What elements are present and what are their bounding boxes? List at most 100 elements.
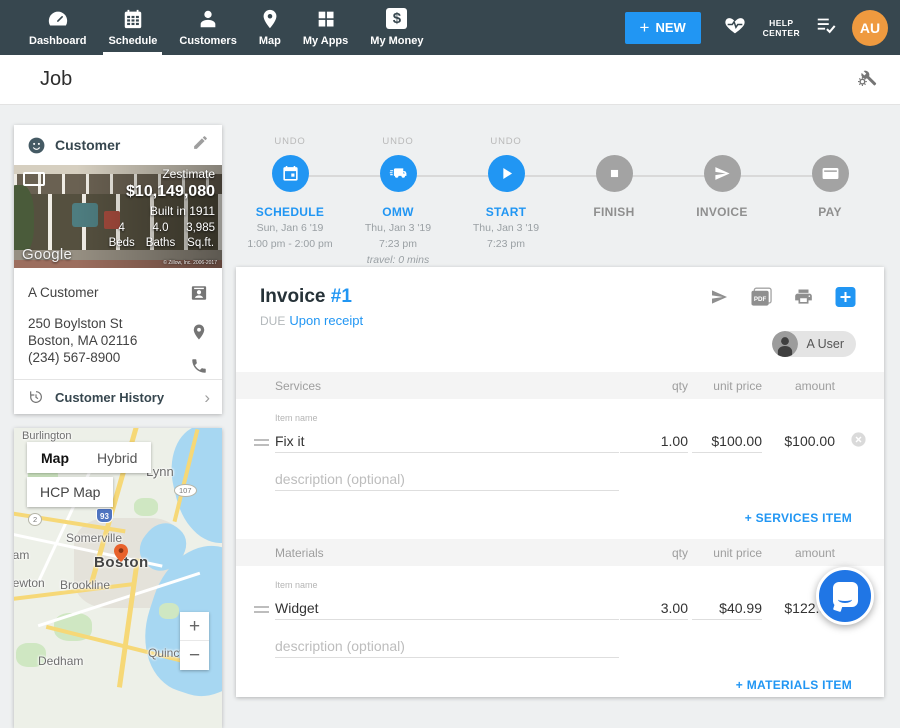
- finish-step-button[interactable]: [596, 155, 633, 192]
- service-item-price-input[interactable]: [692, 429, 762, 453]
- stat-beds: 4Beds: [109, 223, 135, 249]
- nav-item-customers[interactable]: Customers: [168, 0, 247, 55]
- nav-item-label: Map: [259, 35, 281, 47]
- send-invoice-icon[interactable]: [709, 287, 730, 307]
- nav-item-label: Schedule: [108, 35, 157, 47]
- section-name: Materials: [275, 546, 324, 560]
- print-icon[interactable]: [793, 287, 814, 307]
- undo-schedule-button[interactable]: UNDO: [236, 136, 344, 148]
- zestimate-label: Zestimate: [109, 168, 215, 180]
- material-item-name-input[interactable]: [275, 596, 619, 620]
- service-line-item: Item name $100.00: [236, 407, 884, 465]
- phone-icon[interactable]: [190, 357, 208, 380]
- col-qty: qty: [620, 546, 688, 560]
- nav-items: Dashboard Schedule Customers Map My Apps: [18, 0, 434, 55]
- nav-item-dashboard[interactable]: Dashboard: [18, 0, 97, 55]
- map-pin-icon: [259, 8, 281, 32]
- col-unit-price: unit price: [692, 546, 762, 560]
- hcp-map-button[interactable]: HCP Map: [27, 477, 113, 507]
- step-label: SCHEDULE: [236, 205, 344, 219]
- nav-item-map[interactable]: Map: [248, 0, 292, 55]
- location-pin-icon[interactable]: [190, 323, 208, 346]
- nav-item-schedule[interactable]: Schedule: [97, 0, 168, 55]
- delete-item-icon[interactable]: [850, 431, 867, 453]
- undo-omw-button[interactable]: UNDO: [344, 136, 452, 148]
- step-schedule: UNDO SCHEDULE Sun, Jan 6 '19 1:00 pm - 2…: [236, 131, 344, 261]
- schedule-step-button[interactable]: [272, 155, 309, 192]
- invoice-card: Invoice #1 DUEUpon receipt PDF A User: [236, 267, 884, 697]
- add-invoice-item-icon[interactable]: [835, 287, 856, 307]
- step-date: Thu, Jan 3 '19: [344, 222, 452, 235]
- add-materials-item-link[interactable]: + MATERIALS ITEM: [236, 670, 884, 706]
- route-107-badge: 107: [174, 484, 197, 497]
- new-button[interactable]: + NEW: [625, 12, 701, 44]
- map-widget[interactable]: Burlington Lynn Somerville ham Boston Ne…: [14, 428, 222, 728]
- dashboard-icon: [29, 8, 86, 32]
- map-type-map-button[interactable]: Map: [27, 442, 83, 473]
- undo-start-button[interactable]: UNDO: [452, 136, 560, 148]
- built-year: Built in 1911: [109, 205, 215, 217]
- zoom-in-button[interactable]: +: [180, 612, 209, 641]
- chat-launcher-button[interactable]: [816, 567, 874, 625]
- top-nav: Dashboard Schedule Customers Map My Apps: [0, 0, 900, 55]
- undo-placeholder: [560, 136, 668, 148]
- nav-item-label: My Apps: [303, 35, 348, 47]
- map-label-somerville: Somerville: [66, 531, 122, 545]
- zestimate-block: Zestimate $10,149,080 Built in 1911 4Bed…: [109, 168, 215, 249]
- customer-name-row: A Customer: [28, 284, 208, 302]
- calendar-icon: [281, 164, 300, 183]
- street-view-icon[interactable]: [23, 172, 45, 186]
- customer-name: A Customer: [28, 285, 99, 300]
- assignee-avatar-icon: [772, 331, 798, 357]
- customer-history-button[interactable]: Customer History ›: [14, 379, 222, 414]
- step-pay: PAY: [776, 131, 884, 261]
- drag-handle-icon[interactable]: [254, 439, 269, 449]
- step-time: 7:23 pm: [344, 238, 452, 251]
- map-type-hybrid-button[interactable]: Hybrid: [83, 442, 151, 473]
- help-center-button[interactable]: HELP CENTER: [763, 18, 800, 38]
- nav-item-my-apps[interactable]: My Apps: [292, 0, 359, 55]
- customer-card-title: Customer: [55, 137, 192, 153]
- play-icon: [497, 164, 516, 183]
- step-date: Sun, Jan 6 '19: [236, 222, 344, 235]
- history-icon: [28, 389, 44, 405]
- job-settings-wrench-icon[interactable]: [856, 66, 878, 93]
- contact-card-icon[interactable]: [190, 284, 208, 307]
- material-description-input[interactable]: [275, 634, 619, 658]
- nav-item-my-money[interactable]: My Money: [359, 0, 434, 55]
- col-amount: amount: [765, 546, 835, 560]
- service-description-input[interactable]: [275, 467, 619, 491]
- health-heart-icon[interactable]: [723, 14, 747, 41]
- schedule-icon: [108, 8, 157, 32]
- map-park: [134, 498, 158, 516]
- add-services-item-link[interactable]: + SERVICES ITEM: [236, 503, 884, 539]
- drag-handle-icon[interactable]: [254, 606, 269, 616]
- start-step-button[interactable]: [488, 155, 525, 192]
- zoom-out-button[interactable]: −: [180, 641, 209, 670]
- service-description-row: [236, 465, 884, 503]
- pay-step-button[interactable]: [812, 155, 849, 192]
- customer-card-header: Customer: [14, 125, 222, 165]
- property-photo[interactable]: Zestimate $10,149,080 Built in 1911 4Bed…: [14, 165, 222, 268]
- section-name: Services: [275, 379, 321, 393]
- user-avatar[interactable]: AU: [852, 10, 888, 46]
- step-label: FINISH: [560, 205, 668, 219]
- page-title: Job: [40, 68, 72, 91]
- google-logo: Google: [22, 246, 72, 263]
- service-item-name-input[interactable]: [275, 429, 619, 453]
- material-item-price-input[interactable]: [692, 596, 762, 620]
- due-terms-link[interactable]: Upon receipt: [289, 313, 363, 328]
- assignee-chip[interactable]: A User: [772, 331, 856, 357]
- chat-bubble-tail: [833, 602, 843, 612]
- map-zoom-control: + −: [180, 612, 209, 670]
- pdf-icon[interactable]: PDF: [751, 287, 772, 307]
- edit-pencil-icon[interactable]: [192, 134, 209, 156]
- task-list-icon[interactable]: [814, 14, 838, 41]
- apps-grid-icon: [303, 8, 348, 32]
- service-item-qty-input[interactable]: [620, 429, 688, 453]
- customer-address: 250 Boylston St Boston, MA 02116: [28, 315, 182, 349]
- omw-step-button[interactable]: [380, 155, 417, 192]
- address-line-2: Boston, MA 02116: [28, 332, 182, 349]
- invoice-step-button[interactable]: [704, 155, 741, 192]
- material-item-qty-input[interactable]: [620, 596, 688, 620]
